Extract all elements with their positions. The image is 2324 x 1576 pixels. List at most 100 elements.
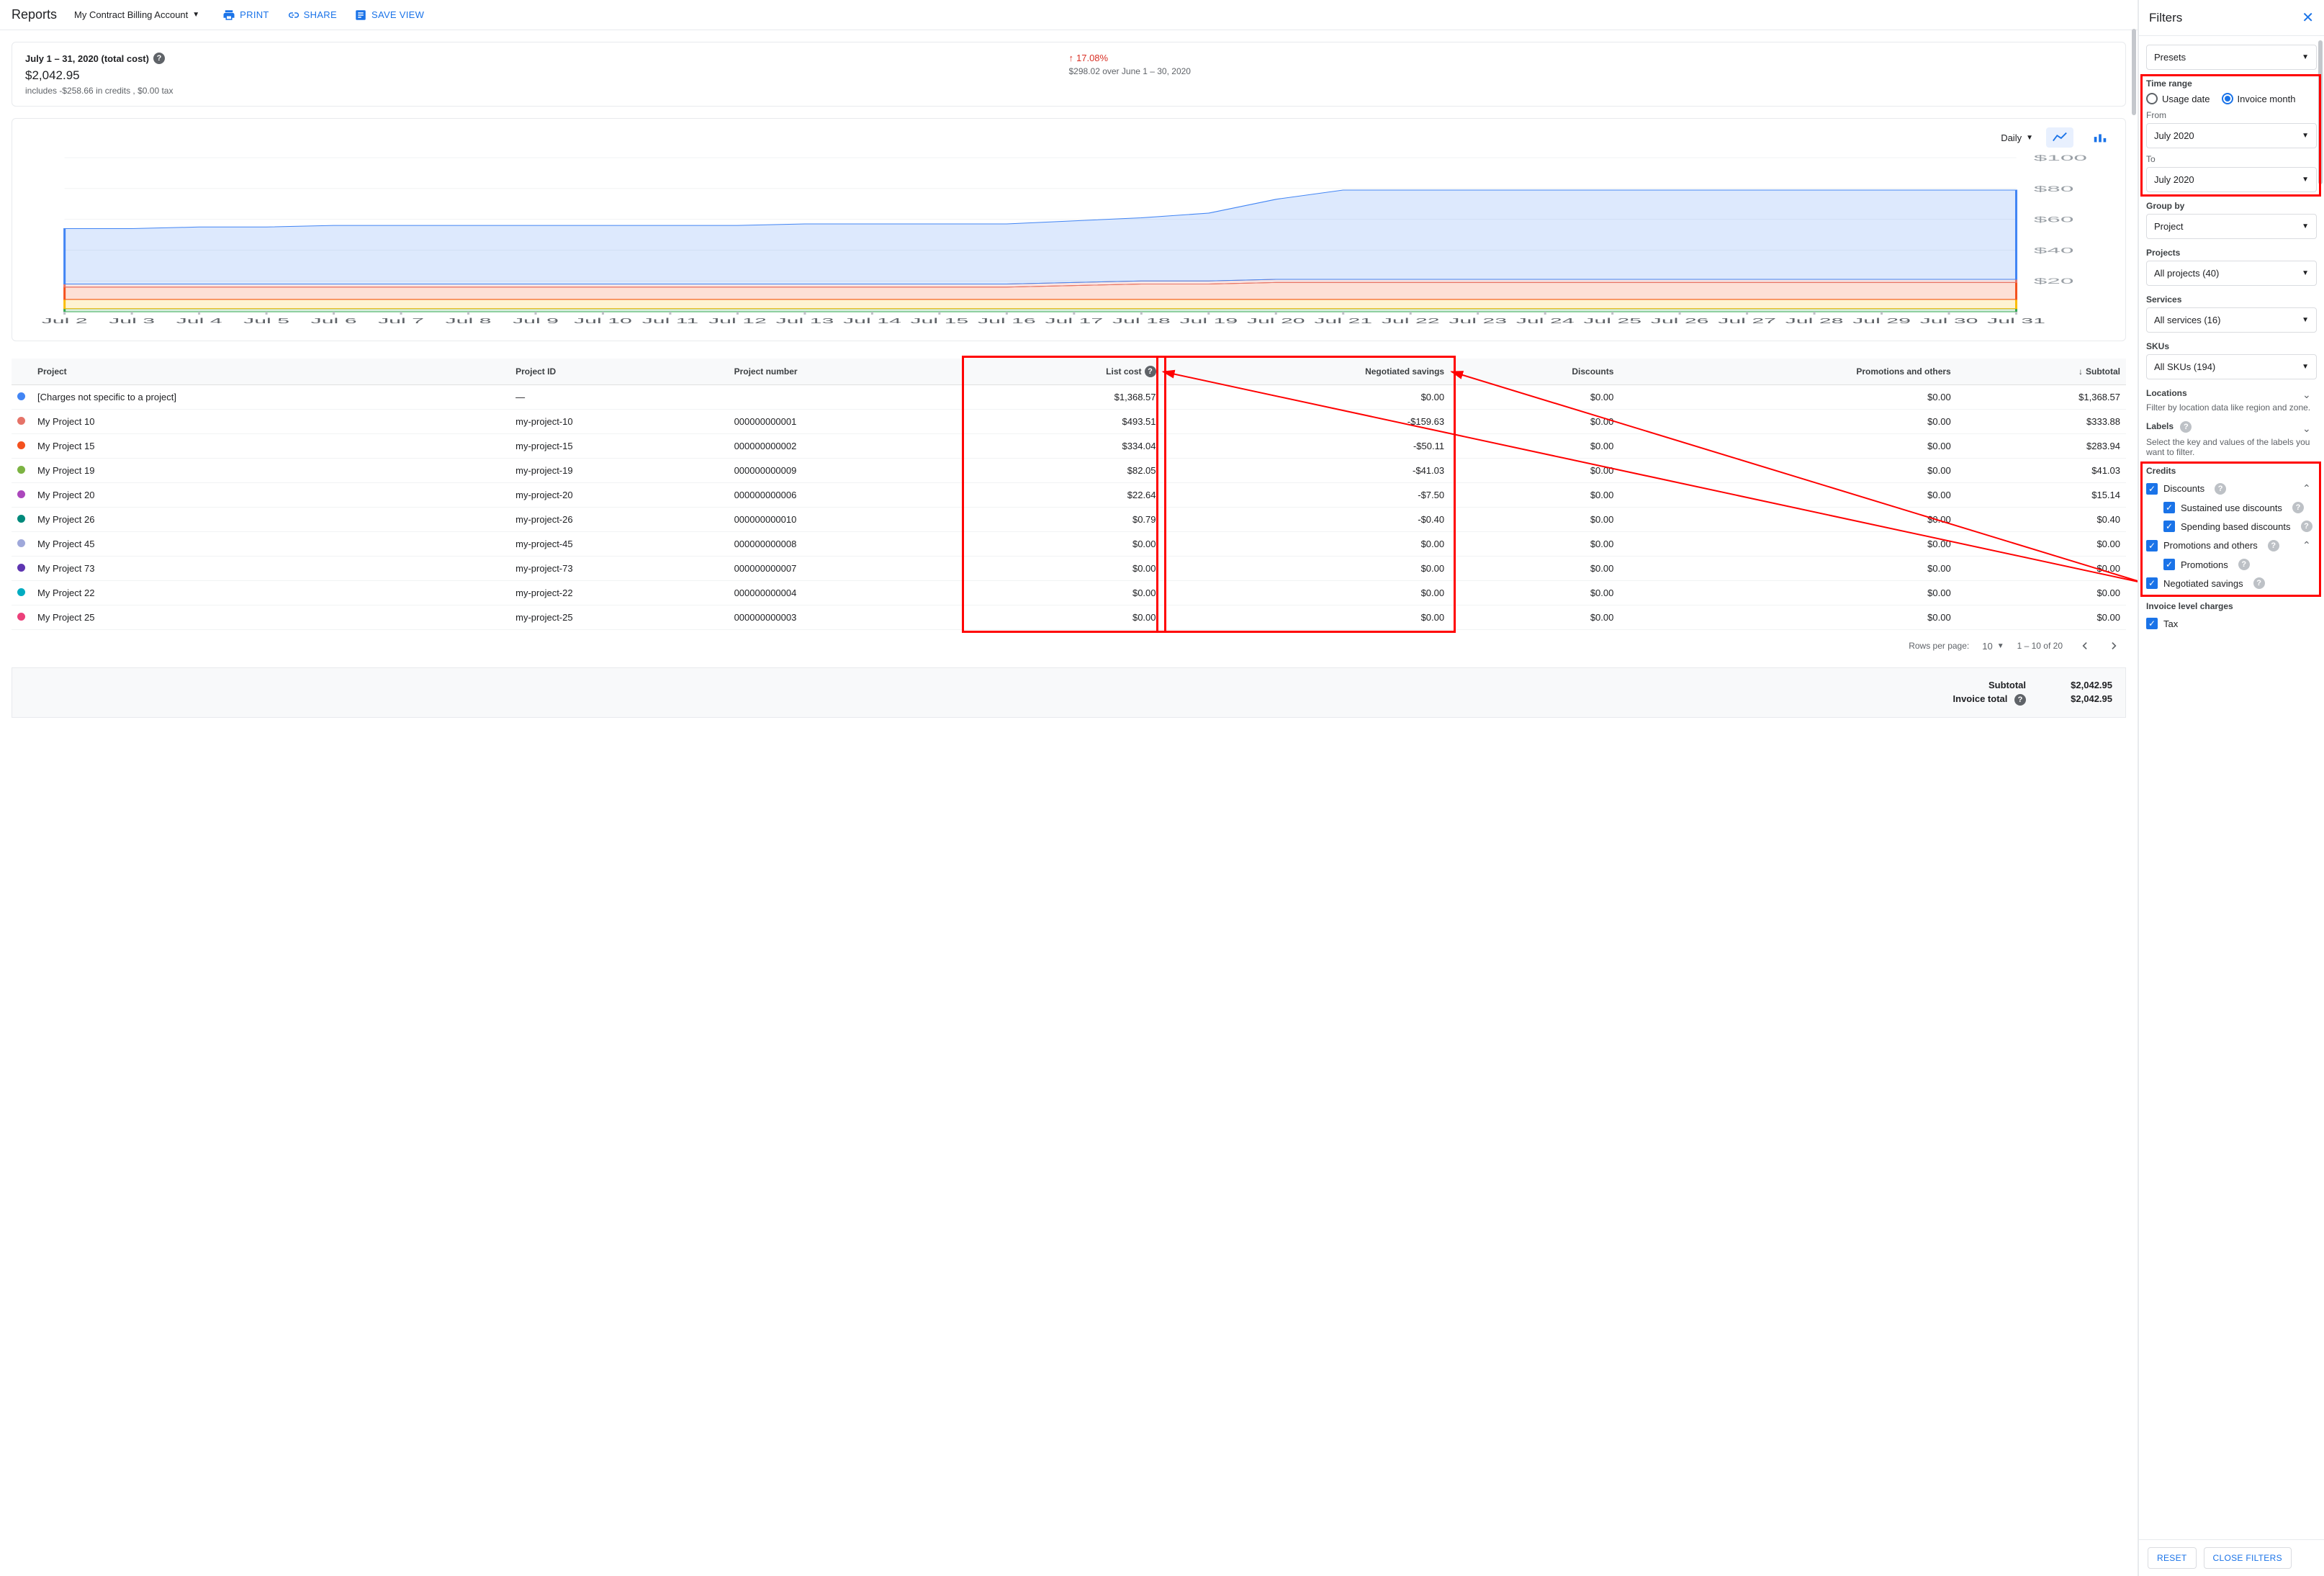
cell-project: My Project 73	[32, 557, 510, 581]
cell-discounts: $0.00	[1450, 581, 1619, 605]
col-project-num[interactable]: Project number	[729, 359, 967, 385]
table-row[interactable]: My Project 19my-project-19000000000009$8…	[12, 459, 2126, 483]
print-button[interactable]: PRINT	[222, 9, 269, 22]
help-icon[interactable]: ?	[2292, 502, 2304, 513]
rows-per-page-label: Rows per page:	[1909, 641, 1969, 651]
help-icon[interactable]: ?	[2180, 421, 2192, 433]
cell-project-id: my-project-45	[510, 532, 728, 557]
services-select[interactable]: All services (16)▼	[2146, 307, 2317, 333]
time-range-label: Time range	[2146, 78, 2317, 89]
col-subtotal[interactable]: ↓Subtotal	[1957, 359, 2126, 385]
cell-project-id: my-project-73	[510, 557, 728, 581]
col-discounts[interactable]: Discounts	[1450, 359, 1619, 385]
radio-usage-date[interactable]: Usage date	[2146, 93, 2210, 104]
next-page-button[interactable]	[2106, 637, 2123, 654]
help-icon[interactable]: ?	[153, 53, 165, 64]
table-row[interactable]: My Project 45my-project-45000000000008$0…	[12, 532, 2126, 557]
prev-page-button[interactable]	[2076, 637, 2093, 654]
col-promos[interactable]: Promotions and others	[1619, 359, 1956, 385]
help-icon[interactable]: ?	[2215, 483, 2226, 495]
svg-text:Jul 8: Jul 8	[446, 317, 492, 325]
chart-type-line-button[interactable]	[2046, 127, 2073, 148]
presets-select[interactable]: Presets▼	[2146, 45, 2317, 70]
svg-text:Jul 4: Jul 4	[176, 317, 222, 325]
radio-invoice-month[interactable]: Invoice month	[2222, 93, 2296, 104]
chevron-down-icon: ⌄	[2302, 389, 2317, 401]
close-filters-icon[interactable]: ✕	[2302, 9, 2314, 27]
granularity-selector[interactable]: Daily ▼	[2001, 132, 2033, 143]
svg-text:Jul 10: Jul 10	[574, 317, 632, 325]
table-row[interactable]: My Project 10my-project-10000000000001$4…	[12, 410, 2126, 434]
cell-promos: $0.00	[1619, 508, 1956, 532]
col-list-cost[interactable]: List cost?	[966, 359, 1161, 385]
page-size-selector[interactable]: 10 ▼	[1982, 641, 2004, 652]
services-label: Services	[2146, 294, 2317, 305]
svg-text:Jul 28: Jul 28	[1785, 317, 1844, 325]
reset-button[interactable]: RESET	[2148, 1547, 2197, 1569]
locations-expander[interactable]: Locations ⌄	[2146, 388, 2317, 401]
chevron-up-icon[interactable]: ⌃	[2302, 539, 2317, 551]
table-row[interactable]: My Project 20my-project-20000000000006$2…	[12, 483, 2126, 508]
checkbox-discounts[interactable]: Discounts ? ⌃	[2146, 479, 2317, 498]
help-icon[interactable]: ?	[2014, 694, 2026, 706]
skus-select[interactable]: All SKUs (194)▼	[2146, 354, 2317, 379]
save-view-button[interactable]: SAVE VIEW	[354, 9, 424, 22]
svg-text:Jul 17: Jul 17	[1045, 317, 1103, 325]
table-row[interactable]: My Project 73my-project-73000000000007 $0…	[12, 557, 2126, 581]
table-row[interactable]: My Project 26my-project-26000000000010$0…	[12, 508, 2126, 532]
checkbox-tax[interactable]: Tax	[2146, 614, 2317, 633]
col-project[interactable]: Project	[32, 359, 510, 385]
caret-down-icon: ▼	[2026, 134, 2033, 142]
scrollbar-thumb[interactable]	[2132, 29, 2136, 115]
cell-neg-savings: $0.00	[1162, 557, 1451, 581]
help-icon[interactable]: ?	[1145, 366, 1156, 377]
chevron-up-icon[interactable]: ⌃	[2302, 482, 2317, 495]
series-dot-icon	[17, 515, 25, 523]
svg-text:Jul 18: Jul 18	[1112, 317, 1171, 325]
scrollbar-thumb[interactable]	[2318, 40, 2323, 184]
close-filters-button[interactable]: CLOSE FILTERS	[2204, 1547, 2292, 1569]
cell-discounts: $0.00	[1450, 483, 1619, 508]
help-icon[interactable]: ?	[2268, 540, 2279, 551]
series-dot-icon	[17, 539, 25, 547]
group-by-select[interactable]: Project▼	[2146, 214, 2317, 239]
cell-project-num: 000000000010	[729, 508, 967, 532]
caret-down-icon: ▼	[1997, 642, 2004, 650]
checkbox-spending-based[interactable]: Spending based discounts ?	[2146, 517, 2317, 536]
labels-expander[interactable]: Labels ? ⌄	[2146, 421, 2317, 436]
from-select[interactable]: July 2020▼	[2146, 123, 2317, 148]
cell-neg-savings: -$159.63	[1162, 410, 1451, 434]
account-selector[interactable]: My Contract Billing Account ▼	[74, 9, 199, 20]
cell-neg-savings: -$0.40	[1162, 508, 1451, 532]
checkbox-promotions[interactable]: Promotions ?	[2146, 555, 2317, 574]
help-icon[interactable]: ?	[2253, 577, 2265, 589]
cell-promos: $0.00	[1619, 434, 1956, 459]
radio-icon	[2146, 93, 2158, 104]
cell-promos: $0.00	[1619, 581, 1956, 605]
col-project-id[interactable]: Project ID	[510, 359, 728, 385]
projects-select[interactable]: All projects (40)▼	[2146, 261, 2317, 286]
svg-text:Jul 16: Jul 16	[978, 317, 1036, 325]
table-row[interactable]: My Project 15my-project-15000000000002$3…	[12, 434, 2126, 459]
table-row[interactable]: My Project 25my-project-25000000000003$0…	[12, 605, 2126, 630]
checkbox-negotiated-savings[interactable]: Negotiated savings ?	[2146, 574, 2317, 593]
cell-list-cost: $493.51	[966, 410, 1161, 434]
cell-list-cost: $1,368.57	[966, 385, 1161, 410]
help-icon[interactable]: ?	[2238, 559, 2250, 570]
arrow-up-icon: ↑	[1069, 53, 1074, 63]
table-row[interactable]: My Project 22my-project-22000000000004$0…	[12, 581, 2126, 605]
share-button[interactable]: SHARE	[287, 9, 337, 22]
checkbox-sustained-use[interactable]: Sustained use discounts ?	[2146, 498, 2317, 517]
cell-project-num: 000000000007	[729, 557, 967, 581]
series-dot-icon	[17, 417, 25, 425]
cell-project-id: my-project-22	[510, 581, 728, 605]
table-row[interactable]: [Charges not specific to a project]—$1,3…	[12, 385, 2126, 410]
series-dot-icon	[17, 490, 25, 498]
to-select[interactable]: July 2020▼	[2146, 167, 2317, 192]
page-range: 1 – 10 of 20	[2017, 641, 2063, 651]
col-neg-savings[interactable]: Negotiated savings	[1162, 359, 1451, 385]
caret-down-icon: ▼	[2302, 222, 2309, 230]
checkbox-promotions-group[interactable]: Promotions and others ? ⌃	[2146, 536, 2317, 555]
help-icon[interactable]: ?	[2301, 521, 2312, 532]
chart-type-bar-button[interactable]	[2086, 127, 2114, 148]
